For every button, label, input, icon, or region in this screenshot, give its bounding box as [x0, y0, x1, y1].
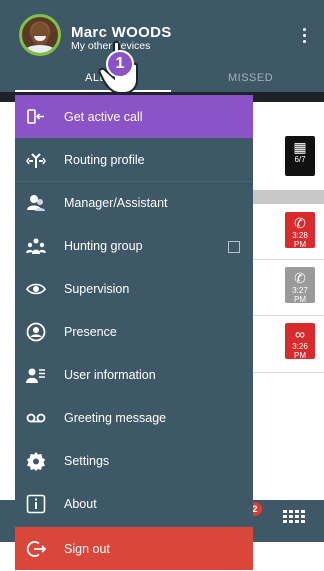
menu-item-manager-assistant[interactable]: Manager/Assistant [15, 181, 253, 224]
calendar-icon: ▦ [293, 139, 307, 155]
tile-ampm: PM [294, 351, 306, 360]
phone-outgoing-icon: ✆ [294, 270, 306, 286]
menu-item-label: Routing profile [64, 153, 145, 167]
call-tile[interactable]: ✆ 3:28 PM [285, 212, 315, 249]
row-divider [250, 259, 324, 260]
sign-out-icon [26, 541, 46, 557]
menu-item-greeting-message[interactable]: Greeting message [15, 396, 253, 439]
user-avatar[interactable] [19, 14, 61, 56]
tile-time: 3:26 [292, 342, 308, 351]
user-name[interactable]: Marc WOODS [71, 24, 172, 41]
menu-item-label: Settings [64, 454, 110, 468]
voicemail-icon [26, 413, 46, 423]
menu-item-about[interactable]: About [15, 482, 253, 525]
kebab-icon[interactable] [301, 28, 307, 46]
tile-date: 6/7 [294, 155, 306, 164]
menu-item-label: Hunting group [64, 239, 143, 253]
group-icon [26, 238, 46, 254]
get-call-icon [27, 109, 44, 124]
avatar-shirt [24, 45, 56, 53]
info-icon [26, 494, 46, 514]
app-header: Marc WOODS My other devices [0, 0, 324, 68]
phone-outgoing-icon: ✆ [294, 215, 306, 231]
menu-item-label: Sign out [64, 542, 110, 556]
menu-item-label: Presence [64, 325, 117, 339]
menu-item-hunting-group[interactable]: Hunting group [15, 224, 253, 267]
menu-item-user-information[interactable]: User information [15, 353, 253, 396]
avatar-face [31, 23, 49, 45]
menu-item-label: User information [64, 368, 156, 382]
menu-item-presence[interactable]: Presence [15, 310, 253, 353]
menu-item-supervision[interactable]: Supervision [15, 267, 253, 310]
gear-icon [27, 452, 45, 471]
manager-icon [27, 195, 45, 211]
voicemail-tile[interactable]: ∞ 3:26 PM [285, 323, 315, 360]
tile-ampm: PM [294, 295, 306, 304]
call-tile[interactable]: ✆ 3:27 PM [285, 267, 315, 304]
tab-bar: ALL MISSED [0, 68, 324, 92]
menu-item-sign-out[interactable]: Sign out [15, 527, 253, 570]
navigation-drawer: Get active call Routing profile Manager/… [15, 95, 253, 570]
menu-item-label: Greeting message [64, 411, 167, 425]
checkbox[interactable] [228, 241, 240, 253]
tab-missed[interactable]: MISSED [228, 72, 273, 84]
eye-icon [26, 283, 46, 295]
menu-item-label: About [64, 497, 97, 511]
menu-item-label: Manager/Assistant [64, 196, 168, 210]
tile-time: 3:28 [292, 231, 308, 240]
menu-item-get-active-call[interactable]: Get active call [15, 95, 253, 138]
user-info-icon [26, 368, 45, 383]
calendar-tile[interactable]: ▦ 6/7 [285, 136, 315, 176]
routing-icon [26, 153, 46, 168]
row-divider [250, 372, 324, 373]
presence-icon [26, 322, 46, 342]
menu-item-label: Supervision [64, 282, 130, 296]
menu-item-label: Get active call [64, 110, 143, 124]
row-divider [250, 315, 324, 316]
tile-time: 3:27 [292, 286, 308, 295]
menu-item-routing-profile[interactable]: Routing profile [15, 138, 253, 181]
tile-ampm: PM [294, 240, 306, 249]
dialpad-icon[interactable] [283, 510, 305, 526]
list-section-separator [250, 190, 324, 204]
step-badge: 1 [106, 50, 134, 78]
voicemail-icon: ∞ [295, 326, 305, 342]
menu-item-settings[interactable]: Settings [15, 439, 253, 482]
